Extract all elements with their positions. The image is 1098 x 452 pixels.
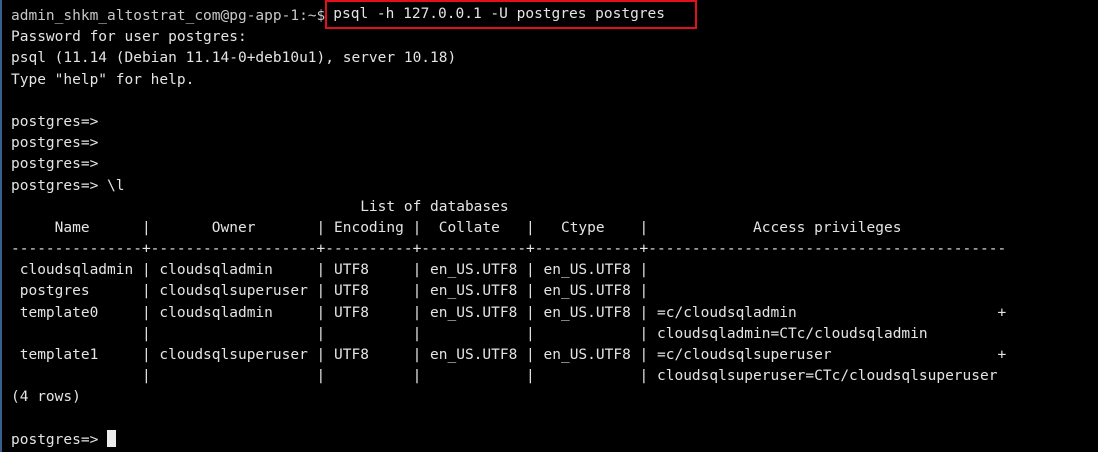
terminal-output[interactable]: admin_shkm_altostrat_com@pg-app-1:~$ psql…: [11, 0, 1098, 452]
table-row: cloudsqladmin | cloudsqladmin | UTF8 | e…: [11, 262, 649, 279]
psql-prompt: postgres=>: [11, 177, 99, 194]
psql-prompt: postgres=>: [11, 135, 99, 152]
psql-prompt-line: postgres=>: [11, 112, 1098, 133]
psql-prompt-line: postgres=>: [11, 154, 1098, 175]
row-count: (4 rows): [11, 389, 81, 406]
window-left-border: [0, 0, 2, 452]
table-row: | | | | | cloudsqlsuperuser=CTc/cloudsql…: [11, 368, 998, 385]
table-separator: ---------------+-------------------+----…: [11, 241, 1007, 258]
psql-prompt: postgres=>: [11, 431, 99, 448]
password-line: Password for user postgres:: [11, 29, 247, 46]
help-line: Type "help" for help.: [11, 71, 195, 88]
active-prompt-line[interactable]: postgres=>: [11, 429, 1098, 451]
table-header: Name | Owner | Encoding | Collate | Ctyp…: [11, 219, 902, 236]
table-row: postgres | cloudsqlsuperuser | UTF8 | en…: [11, 283, 649, 300]
highlighted-command: psql -h 127.0.0.1 -U postgres postgres: [325, 0, 698, 29]
table-row: template1 | cloudsqlsuperuser | UTF8 | e…: [11, 347, 1007, 363]
list-command: \l: [107, 177, 125, 194]
psql-prompt: postgres=>: [11, 156, 99, 173]
shell-prompt: admin_shkm_altostrat_com@pg-app-1:~$: [11, 8, 326, 24]
shell-command-line: admin_shkm_altostrat_com@pg-app-1:~$ psql…: [11, 0, 1098, 29]
table-title: List of databases: [11, 198, 509, 215]
table-row: template0 | cloudsqladmin | UTF8 | en_US…: [11, 304, 1007, 321]
text-cursor: [107, 429, 117, 447]
psql-prompt: postgres=>: [11, 113, 99, 130]
version-line: psql (11.14 (Debian 11.14-0+deb10u1), se…: [11, 50, 457, 67]
table-row: | | | | | cloudsqladmin=CTc/cloudsqladmi…: [11, 325, 928, 342]
psql-list-command-line: postgres=> \l: [11, 176, 1098, 197]
psql-prompt-line: postgres=>: [11, 133, 1098, 154]
